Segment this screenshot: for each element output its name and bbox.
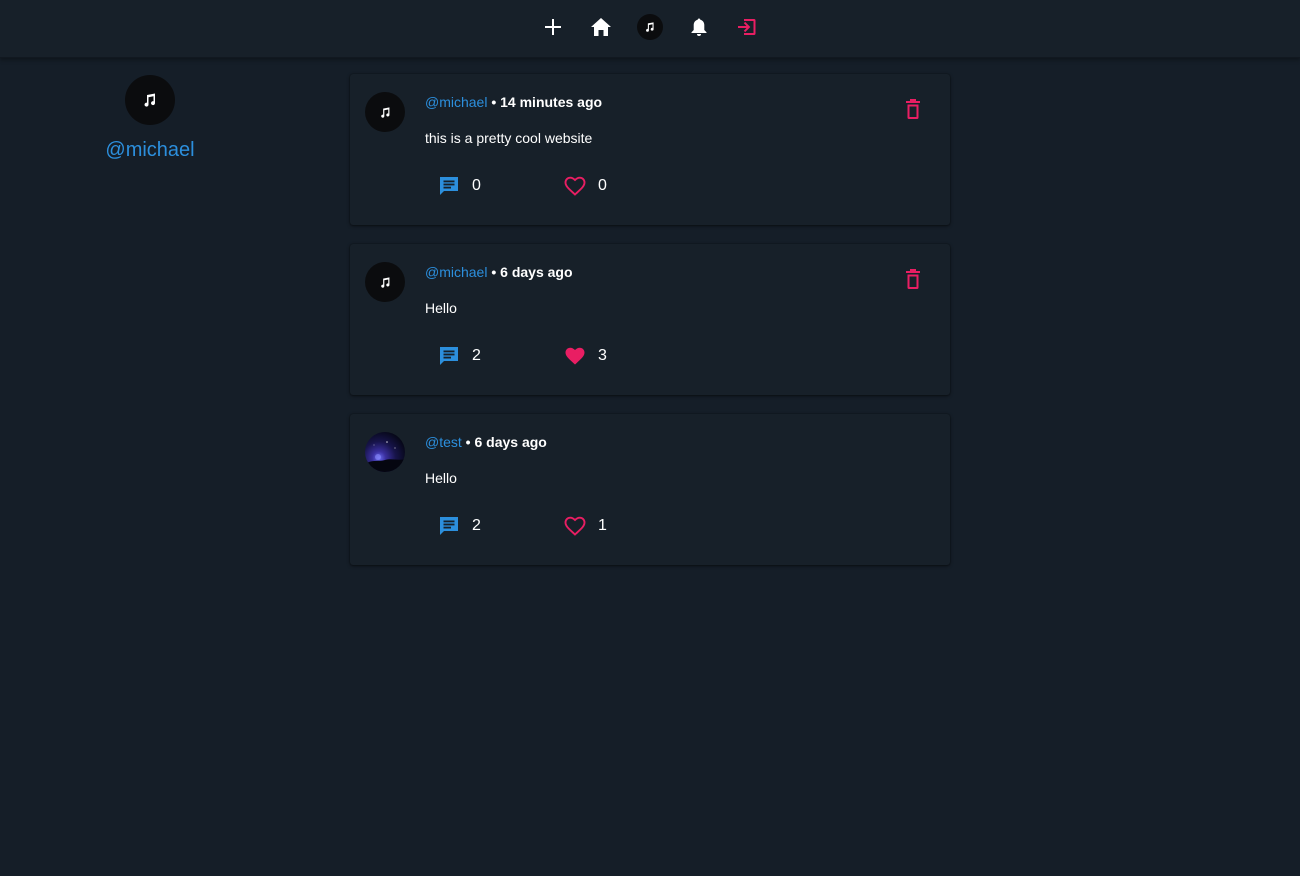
post-card: @michael • 6 days ago Hello 2 3 [350,244,950,395]
post-actions: 2 1 [438,514,698,538]
post-card: @michael • 14 minutes ago this is a pret… [350,74,950,225]
profile-avatar [125,75,175,125]
comment-icon [440,177,458,195]
home-button[interactable] [587,13,615,41]
heart-filled-icon [565,347,585,365]
logout-icon [738,19,756,35]
post-timestamp: 14 minutes ago [500,94,603,110]
create-post-button[interactable] [539,13,567,41]
comment-count: 0 [472,177,481,194]
post-author-link[interactable]: @test [425,434,462,450]
home-icon [591,18,611,36]
music-note-icon [144,93,156,107]
night-sky-image [365,441,405,472]
post-card: @test • 6 days ago Hello 2 1 [350,414,950,565]
heart-outline-icon [564,176,586,196]
music-note-icon [380,276,389,288]
logout-button[interactable] [733,13,761,41]
like-count: 0 [598,177,607,194]
comment-button[interactable]: 0 [438,174,481,198]
post-timestamp: 6 days ago [474,434,547,450]
plus-icon [545,19,561,35]
post-body: Hello [425,300,457,316]
comment-button[interactable]: 2 [438,514,481,538]
post-author-avatar[interactable] [365,262,405,302]
notifications-button[interactable] [685,13,713,41]
top-nav-bar [0,0,1300,58]
profile-sidebar: @michael [100,75,200,162]
meta-separator: • [465,434,471,450]
like-button[interactable]: 0 [564,174,607,198]
music-note-icon [646,22,654,32]
post-author-avatar[interactable] [365,92,405,132]
post-meta: @test • 6 days ago [425,434,547,450]
delete-post-button[interactable] [903,268,923,290]
music-note-icon [380,106,389,118]
delete-post-button[interactable] [903,98,923,120]
comment-button[interactable]: 2 [438,344,481,368]
post-author-link[interactable]: @michael [425,94,487,110]
profile-handle[interactable]: @michael [100,139,200,162]
comment-count: 2 [472,517,481,534]
post-actions: 2 3 [438,344,698,368]
heart-outline-icon [564,516,586,536]
comment-count: 2 [472,347,481,364]
like-count: 3 [598,347,607,364]
post-body: this is a pretty cool website [425,130,593,146]
comment-icon [440,347,458,365]
trash-icon [906,269,920,289]
avatar [637,14,663,40]
bell-icon [691,18,707,36]
post-body: Hello [425,470,457,486]
meta-separator: • [491,94,497,110]
post-timestamp: 6 days ago [500,264,573,280]
comment-icon [440,517,458,535]
meta-separator: • [491,264,497,280]
post-author-avatar[interactable] [365,432,405,472]
like-button[interactable]: 1 [564,514,607,538]
like-button[interactable]: 3 [564,344,607,368]
nav-profile-avatar-button[interactable] [636,13,664,41]
trash-icon [906,99,920,119]
post-actions: 0 0 [438,174,698,198]
like-count: 1 [598,517,607,534]
post-author-link[interactable]: @michael [425,264,487,280]
post-meta: @michael • 6 days ago [425,264,573,280]
post-meta: @michael • 14 minutes ago [425,94,602,110]
